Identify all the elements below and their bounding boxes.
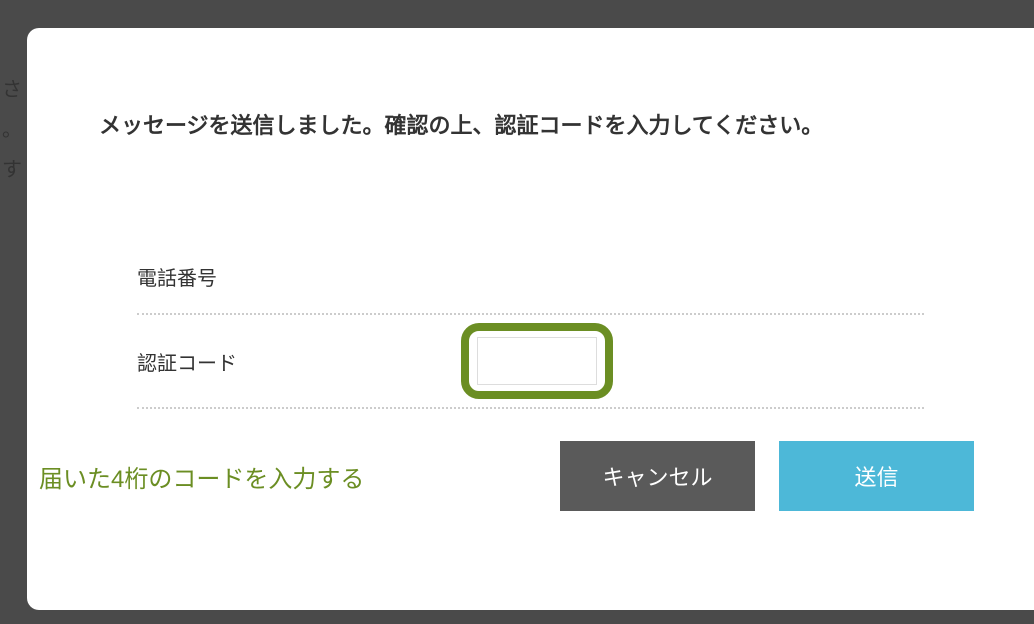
form-section: 電話番号 認証コード [87,240,974,409]
button-group: キャンセル 送信 [560,441,974,511]
cancel-button[interactable]: キャンセル [560,441,755,511]
verification-code-input[interactable] [477,337,597,385]
phone-row: 電話番号 [137,240,924,315]
phone-label: 電話番号 [137,262,477,291]
background-partial-text: さ 。 す [0,70,22,190]
verification-modal: メッセージを送信しました。確認の上、認証コードを入力してください。 電話番号 認… [27,28,1034,610]
code-label: 認証コード [137,347,477,376]
submit-button[interactable]: 送信 [779,441,974,511]
modal-title: メッセージを送信しました。確認の上、認証コードを入力してください。 [87,108,974,140]
helper-row: 届いた4桁のコードを入力する キャンセル 送信 [87,441,974,511]
helper-text: 届いた4桁のコードを入力する [39,459,560,494]
code-row: 認証コード [137,315,924,409]
